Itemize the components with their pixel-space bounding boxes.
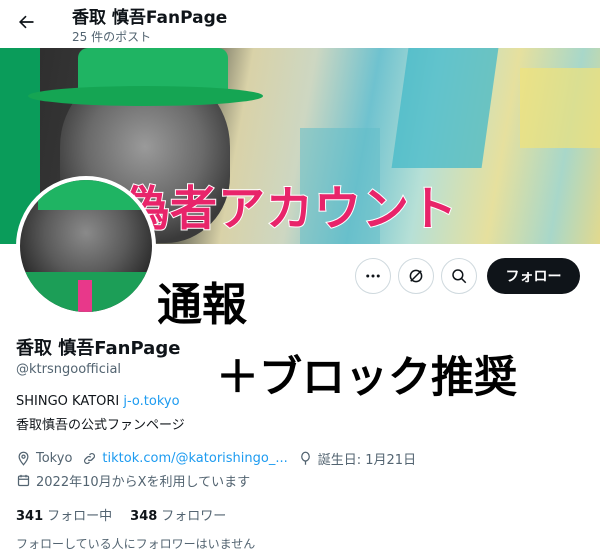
grok-button[interactable] [398,258,434,294]
bio-link[interactable]: j-o.tokyo [123,394,179,409]
bio-text: SHINGO KATORI [16,394,124,409]
location-text: Tokyo [36,451,73,466]
followers-you-know: フォローしている人にフォロワーはいません [16,537,256,551]
joined-row: 2022年10月からXを利用しています [16,471,260,490]
banner-art [520,68,600,148]
location-pin-icon [18,451,29,466]
banner-hat-brim [28,86,263,106]
avatar-hat [38,180,142,210]
balloon-icon [300,451,310,465]
header-title: 香取 慎吾FanPage [72,8,228,28]
followers-count: 348 [130,509,158,524]
profile-handle: @ktrsngoofficial [16,362,122,377]
avatar-tie [78,280,92,312]
calendar-icon [17,474,30,487]
bio-line-1: SHINGO KATORI j-o.tokyo [16,394,180,409]
avatar[interactable] [16,176,156,316]
arrow-left-icon [19,15,34,29]
link-icon [84,453,96,464]
birthday-text: 誕生日: 1月21日 [317,453,417,468]
search-icon [452,269,467,284]
fake-account-caption: 偽者アカウント [121,181,458,238]
post-count: 25 件のポスト [72,30,152,44]
joined-item: 2022年10月からXを利用しています [16,471,250,490]
report-caption: 通報 [157,278,248,331]
block-recommend-caption: ＋ブロック推奨 [216,353,517,403]
more-button[interactable] [355,258,391,294]
more-icon [366,274,380,278]
profile-meta: Tokyo tiktok.com/@katorishingo_... 誕生日: … [16,449,426,468]
back-button[interactable] [12,8,40,36]
website-link[interactable]: tiktok.com/@katorishingo_... [102,451,287,466]
birthday-item: 誕生日: 1月21日 [298,449,416,468]
banner-art [391,48,499,168]
bio-line-2: 香取慎吾の公式ファンページ [16,418,185,433]
grok-icon [409,269,423,283]
following-count: 341 [16,509,44,524]
following-stat[interactable]: 341 フォロー中 [16,505,112,524]
followers-stat[interactable]: 348 フォロワー [130,505,226,524]
profile-name: 香取 慎吾FanPage [16,338,181,359]
followers-label: フォロワー [161,509,227,524]
location-item: Tokyo [16,451,72,466]
website-item[interactable]: tiktok.com/@katorishingo_... [82,451,288,466]
following-label: フォロー中 [47,509,113,524]
follow-button[interactable]: フォロー [487,258,580,294]
profile-header: 香取 慎吾FanPage 25 件のポスト [0,0,600,48]
search-button[interactable] [441,258,477,294]
follow-stats: 341 フォロー中 348 フォロワー [16,505,244,524]
joined-text: 2022年10月からXを利用しています [36,475,251,490]
